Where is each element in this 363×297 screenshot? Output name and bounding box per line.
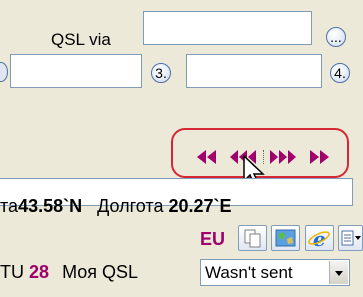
qsl-via-label: QSL via <box>51 30 111 49</box>
triple-right-arrow-icon[interactable] <box>270 150 297 164</box>
itu-row: TU 28 Моя QSL <box>0 262 138 283</box>
latitude-value: 43.58`N <box>18 196 83 216</box>
chevron-down-icon <box>335 271 343 276</box>
via-field-4[interactable] <box>186 54 322 88</box>
browse-button-label: ... <box>330 29 342 45</box>
map-button[interactable] <box>271 225 300 251</box>
location-row: та43.58`N Долгота 20.27`E <box>0 196 232 217</box>
list-dropdown-icon <box>341 230 361 246</box>
continent-value: EU <box>200 229 226 249</box>
copy-icon <box>244 229 261 248</box>
my-qsl-select[interactable]: Wasn't sent <box>200 259 350 286</box>
via-button-4[interactable]: 4. <box>330 63 350 83</box>
double-left-arrow-icon[interactable] <box>197 150 217 164</box>
itu-label: TU <box>0 262 24 282</box>
partial-round-button[interactable] <box>0 62 8 82</box>
internet-explorer-icon: e <box>308 227 330 251</box>
qsl-via-browse-button[interactable]: ... <box>326 27 346 47</box>
internet-explorer-button[interactable]: e <box>305 225 334 251</box>
copy-button[interactable] <box>238 225 267 251</box>
map-icon <box>275 229 296 247</box>
via-field-2[interactable] <box>10 54 142 88</box>
via-button-4-label: 4. <box>334 65 346 81</box>
my-qsl-label: Моя QSL <box>62 262 139 282</box>
select-dropdown-button[interactable] <box>329 261 348 284</box>
latitude-label: та <box>0 196 19 216</box>
qsl-via-input[interactable] <box>143 11 312 45</box>
double-right-arrow-icon[interactable] <box>310 150 330 164</box>
longitude-label: Долгота <box>97 196 164 216</box>
my-qsl-selected-value: Wasn't sent <box>205 263 293 282</box>
svg-text:e: e <box>313 227 326 250</box>
longitude-value: 20.27`E <box>168 196 232 216</box>
itu-value: 28 <box>29 262 50 282</box>
via-button-3-label: 3. <box>155 65 167 81</box>
list-dropdown-button[interactable] <box>338 225 363 251</box>
via-button-3[interactable]: 3. <box>151 63 171 83</box>
